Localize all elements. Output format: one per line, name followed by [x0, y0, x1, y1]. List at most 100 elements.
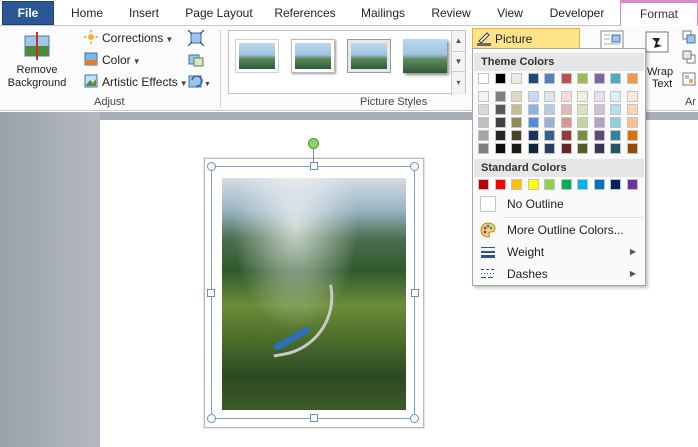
- theme-color-shade-swatch[interactable]: [478, 91, 489, 102]
- theme-color-shade-swatch[interactable]: [544, 117, 555, 128]
- tab-view[interactable]: View: [488, 2, 532, 26]
- compress-pictures-icon[interactable]: [187, 29, 205, 47]
- gallery-more-icon[interactable]: ▾: [452, 71, 465, 93]
- gallery-up-icon[interactable]: ▲: [452, 31, 465, 51]
- picture-style-thumbnail[interactable]: [347, 39, 391, 73]
- theme-color-shade-swatch[interactable]: [544, 104, 555, 115]
- theme-color-swatch[interactable]: [577, 73, 588, 84]
- theme-color-shade-swatch[interactable]: [626, 117, 638, 128]
- standard-color-swatch[interactable]: [593, 179, 605, 190]
- standard-color-swatch[interactable]: [511, 179, 522, 190]
- theme-color-shade-swatch[interactable]: [527, 104, 539, 115]
- position-icon[interactable]: [600, 30, 624, 50]
- theme-color-swatch[interactable]: [610, 73, 621, 84]
- more-outline-colors-item[interactable]: More Outline Colors...: [474, 219, 644, 241]
- theme-color-shade-swatch[interactable]: [560, 104, 572, 115]
- theme-color-shade-swatch[interactable]: [560, 130, 572, 141]
- standard-color-swatch[interactable]: [610, 179, 621, 190]
- theme-color-shade-swatch[interactable]: [593, 104, 605, 115]
- change-picture-icon[interactable]: [188, 52, 204, 68]
- standard-color-swatch[interactable]: [626, 179, 638, 190]
- bring-forward-icon[interactable]: [682, 30, 696, 44]
- resize-handle-bottom[interactable]: [310, 414, 318, 422]
- selection-pane-icon[interactable]: [682, 72, 696, 86]
- theme-color-swatch[interactable]: [626, 73, 638, 84]
- theme-color-shade-swatch[interactable]: [511, 104, 522, 115]
- theme-color-shade-swatch[interactable]: [494, 130, 506, 141]
- theme-color-swatch[interactable]: [494, 73, 506, 84]
- theme-color-shade-swatch[interactable]: [560, 143, 572, 154]
- theme-color-shade-swatch[interactable]: [626, 143, 638, 154]
- artistic-effects-button[interactable]: Artistic Effects ▼: [84, 72, 188, 92]
- theme-color-shade-swatch[interactable]: [478, 117, 489, 128]
- theme-color-shade-swatch[interactable]: [577, 130, 588, 141]
- tab-page-layout[interactable]: Page Layout: [180, 2, 258, 26]
- reset-picture-icon[interactable]: ▼: [188, 74, 211, 90]
- theme-color-shade-swatch[interactable]: [478, 130, 489, 141]
- wrap-text-icon[interactable]: [644, 30, 670, 54]
- theme-color-shade-swatch[interactable]: [610, 91, 621, 102]
- theme-color-shade-swatch[interactable]: [593, 143, 605, 154]
- standard-color-swatch[interactable]: [527, 179, 539, 190]
- tab-review[interactable]: Review: [424, 2, 478, 26]
- picture-styles-gallery[interactable]: ▲ ▼ ▾: [228, 30, 466, 95]
- resize-handle-top-left[interactable]: [207, 162, 216, 171]
- theme-color-shade-swatch[interactable]: [610, 130, 621, 141]
- theme-color-shade-swatch[interactable]: [610, 143, 621, 154]
- gallery-down-icon[interactable]: ▼: [452, 51, 465, 71]
- standard-color-swatch[interactable]: [544, 179, 555, 190]
- resize-handle-top[interactable]: [310, 162, 318, 170]
- theme-color-shade-swatch[interactable]: [610, 117, 621, 128]
- theme-color-shade-swatch[interactable]: [577, 104, 588, 115]
- theme-color-shade-swatch[interactable]: [494, 143, 506, 154]
- theme-color-shade-swatch[interactable]: [527, 91, 539, 102]
- theme-color-swatch[interactable]: [560, 73, 572, 84]
- theme-color-shade-swatch[interactable]: [494, 117, 506, 128]
- theme-color-swatch[interactable]: [511, 73, 522, 84]
- tab-file[interactable]: File: [2, 1, 54, 25]
- theme-color-shade-swatch[interactable]: [626, 130, 638, 141]
- theme-color-swatch[interactable]: [527, 73, 539, 84]
- theme-color-shade-swatch[interactable]: [593, 91, 605, 102]
- resize-handle-bottom-left[interactable]: [207, 414, 216, 423]
- theme-color-shade-swatch[interactable]: [511, 143, 522, 154]
- theme-color-shade-swatch[interactable]: [577, 117, 588, 128]
- picture-style-thumbnail[interactable]: [235, 39, 279, 73]
- theme-color-shade-swatch[interactable]: [577, 91, 588, 102]
- remove-background-button[interactable]: Remove Background: [2, 30, 72, 92]
- resize-handle-left[interactable]: [207, 289, 215, 297]
- dashes-item[interactable]: Dashes ▶: [474, 263, 644, 285]
- theme-color-shade-swatch[interactable]: [560, 91, 572, 102]
- picture-style-thumbnail[interactable]: [291, 39, 335, 73]
- theme-color-shade-swatch[interactable]: [511, 130, 522, 141]
- theme-color-swatch[interactable]: [478, 73, 489, 84]
- no-outline-item[interactable]: No Outline: [474, 193, 644, 215]
- theme-color-shade-swatch[interactable]: [626, 91, 638, 102]
- theme-color-shade-swatch[interactable]: [527, 130, 539, 141]
- theme-color-shade-swatch[interactable]: [610, 104, 621, 115]
- rotation-handle-icon[interactable]: [308, 138, 319, 149]
- tab-mailings[interactable]: Mailings: [352, 2, 414, 26]
- theme-color-shade-swatch[interactable]: [593, 117, 605, 128]
- send-backward-icon[interactable]: [682, 50, 696, 64]
- theme-color-swatch[interactable]: [593, 73, 605, 84]
- theme-color-shade-swatch[interactable]: [560, 117, 572, 128]
- theme-color-shade-swatch[interactable]: [511, 117, 522, 128]
- theme-color-shade-swatch[interactable]: [527, 143, 539, 154]
- standard-color-swatch[interactable]: [494, 179, 506, 190]
- theme-color-shade-swatch[interactable]: [478, 104, 489, 115]
- theme-color-shade-swatch[interactable]: [544, 130, 555, 141]
- resize-handle-bottom-right[interactable]: [410, 414, 419, 423]
- resize-handle-top-right[interactable]: [410, 162, 419, 171]
- theme-color-shade-swatch[interactable]: [593, 130, 605, 141]
- theme-color-shade-swatch[interactable]: [494, 104, 506, 115]
- theme-color-shade-swatch[interactable]: [626, 104, 638, 115]
- tab-insert[interactable]: Insert: [120, 2, 168, 26]
- theme-color-shade-swatch[interactable]: [544, 143, 555, 154]
- theme-color-shade-swatch[interactable]: [577, 143, 588, 154]
- weight-item[interactable]: Weight ▶: [474, 241, 644, 263]
- theme-color-shade-swatch[interactable]: [478, 143, 489, 154]
- standard-color-swatch[interactable]: [577, 179, 588, 190]
- tab-format[interactable]: Format: [620, 2, 698, 26]
- tab-references[interactable]: References: [268, 2, 342, 26]
